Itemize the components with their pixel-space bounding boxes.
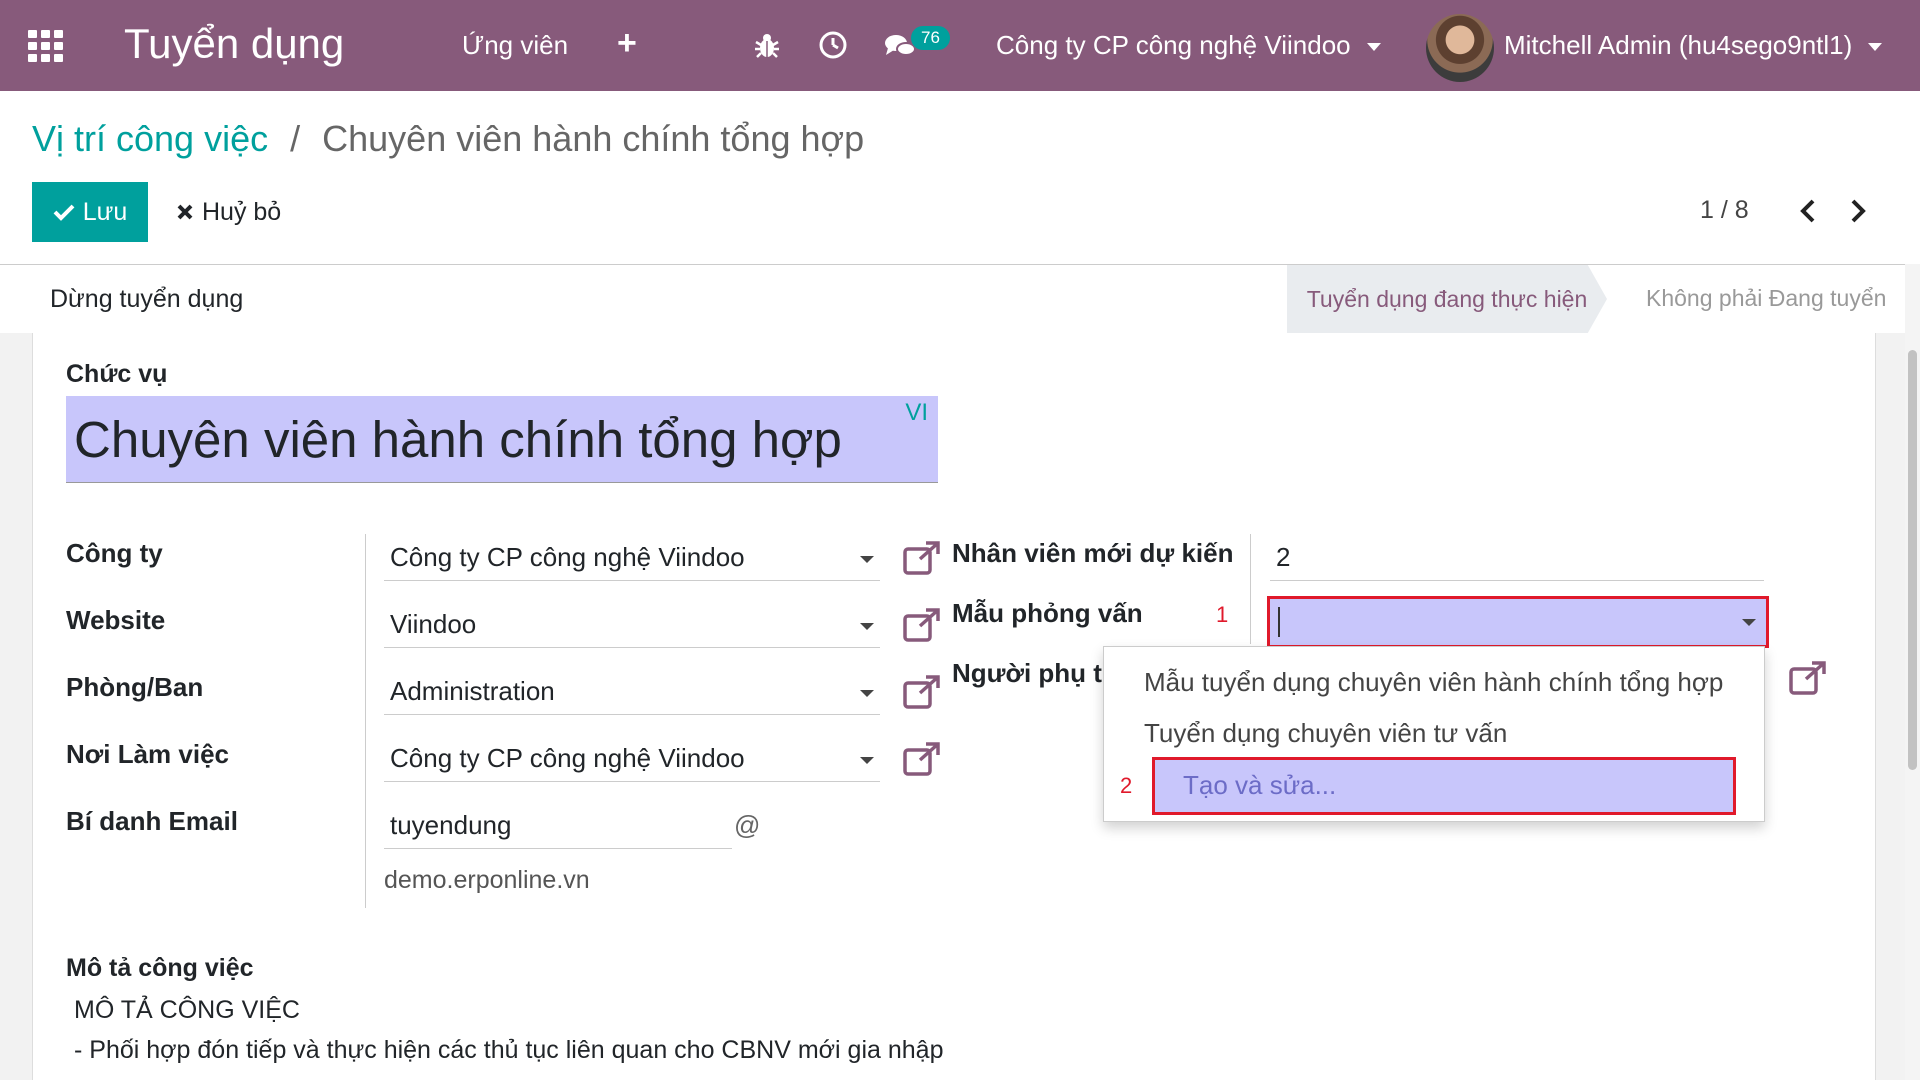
save-label: Lưu: [82, 197, 128, 226]
expected-new-label: Nhân viên mới dự kiến: [952, 538, 1234, 568]
text-cursor: [1278, 607, 1280, 637]
chevron-down-icon: [860, 623, 874, 630]
breadcrumb-parent[interactable]: Vị trí công việc: [32, 118, 268, 159]
plus-icon[interactable]: +: [617, 24, 637, 63]
check-icon: [53, 204, 75, 221]
close-icon: [177, 204, 193, 220]
chevron-right-icon[interactable]: [1848, 198, 1868, 224]
department-value: Administration: [390, 676, 555, 706]
breadcrumb-separator: /: [290, 118, 301, 159]
annotation-marker-1: 1: [1216, 602, 1229, 627]
caret-down-icon: [1868, 43, 1883, 52]
stop-recruitment-button[interactable]: Dừng tuyển dụng: [50, 285, 243, 314]
chevron-down-icon: [1742, 619, 1756, 626]
apps-icon[interactable]: [28, 30, 64, 62]
user-name: Mitchell Admin (hu4sego9ntl1): [1504, 30, 1853, 60]
description-line: - Phối hợp đón tiếp và thực hiện các thủ…: [74, 1036, 944, 1064]
bug-icon[interactable]: [754, 32, 780, 60]
workplace-select[interactable]: Công ty CP công nghệ Viindoo: [384, 737, 880, 782]
external-link-icon[interactable]: [902, 674, 942, 710]
email-alias-label: Bí danh Email: [66, 806, 238, 836]
job-description-label: Mô tả công việc: [66, 954, 254, 982]
discard-label: Huỷ bỏ: [202, 197, 282, 226]
expected-new-value: 2: [1276, 542, 1291, 572]
app-brand: Tuyển dụng: [124, 20, 345, 67]
scrollbar-thumb[interactable]: [1908, 350, 1917, 770]
menu-applicants[interactable]: Ứng viên: [462, 30, 568, 61]
email-alias-input[interactable]: tuyendung: [384, 804, 732, 849]
description-line: MÔ TẢ CÔNG VIỆC: [74, 996, 300, 1024]
page-scrollbar[interactable]: [1905, 264, 1920, 1080]
external-link-icon[interactable]: [902, 540, 942, 576]
chevron-left-icon[interactable]: [1798, 198, 1818, 224]
workplace-value: Công ty CP công nghệ Viindoo: [390, 743, 745, 773]
job-title-value: Chuyên viên hành chính tổng hợp: [74, 411, 842, 468]
chevron-down-icon: [860, 757, 874, 764]
company-label: Công ty: [66, 538, 163, 568]
email-domain: demo.erponline.vn: [384, 866, 590, 894]
user-menu[interactable]: Mitchell Admin (hu4sego9ntl1): [1504, 30, 1883, 61]
department-select[interactable]: Administration: [384, 670, 880, 715]
job-title-field[interactable]: Chuyên viên hành chính tổng hợp VI: [66, 396, 938, 483]
create-and-edit-option[interactable]: Tạo và sửa...: [1152, 757, 1736, 815]
workplace-label: Nơi Làm việc: [66, 739, 229, 769]
chevron-down-icon: [860, 556, 874, 563]
external-link-icon[interactable]: [902, 741, 942, 777]
messages-badge: 76: [911, 26, 950, 50]
website-label: Website: [66, 605, 166, 635]
email-at-sign: @: [734, 810, 761, 840]
interview-template-select[interactable]: [1267, 596, 1769, 648]
website-value: Viindoo: [390, 609, 477, 639]
external-link-icon[interactable]: [1788, 660, 1828, 696]
create-and-edit-label: Tạo và sửa...: [1183, 770, 1337, 800]
expected-new-input[interactable]: 2: [1270, 536, 1764, 581]
company-value: Công ty CP công nghệ Viindoo: [390, 542, 745, 572]
breadcrumb-current: Chuyên viên hành chính tổng hợp: [322, 118, 865, 159]
stage-in-progress[interactable]: Tuyển dụng đang thực hiện: [1287, 265, 1607, 333]
job-title-label: Chức vụ: [66, 360, 168, 388]
annotation-marker-2: 2: [1120, 773, 1133, 798]
responsible-label: Người phụ tra: [952, 658, 1102, 688]
interview-template-label: Mẫu phỏng vấn: [952, 598, 1143, 628]
dropdown-option[interactable]: Tuyển dụng chuyên viên tư vấn: [1144, 718, 1507, 749]
discard-button[interactable]: Huỷ bỏ: [170, 182, 287, 242]
group-separator: [1250, 534, 1251, 644]
lang-switch[interactable]: VI: [905, 399, 928, 427]
company-select[interactable]: Công ty CP công nghệ Viindoo: [384, 536, 880, 581]
statusbar: Dừng tuyển dụng Tuyển dụng đang thực hiệ…: [0, 264, 1905, 334]
external-link-icon[interactable]: [902, 607, 942, 643]
company-name: Công ty CP công nghệ Viindoo: [996, 30, 1351, 60]
interview-template-dropdown: Mẫu tuyển dụng chuyên viên hành chính tổ…: [1103, 646, 1765, 822]
caret-down-icon: [1366, 43, 1381, 52]
group-separator: [365, 534, 366, 908]
email-alias-value: tuyendung: [390, 810, 512, 840]
department-label: Phòng/Ban: [66, 672, 204, 702]
avatar[interactable]: [1426, 14, 1494, 82]
website-select[interactable]: Viindoo: [384, 603, 880, 648]
company-switcher[interactable]: Công ty CP công nghệ Viindoo: [996, 30, 1381, 61]
clock-icon[interactable]: [818, 30, 848, 60]
breadcrumb: Vị trí công việc / Chuyên viên hành chín…: [32, 118, 864, 160]
save-button[interactable]: Lưu: [32, 182, 148, 242]
stage-not-recruiting[interactable]: Không phải Đang tuyển: [1646, 285, 1886, 312]
top-navbar: Tuyển dụng Ứng viên + 76 Công ty CP công…: [0, 0, 1920, 91]
pager-value[interactable]: 1 / 8: [1700, 196, 1749, 225]
dropdown-option[interactable]: Mẫu tuyển dụng chuyên viên hành chính tổ…: [1144, 667, 1723, 698]
chevron-down-icon: [860, 690, 874, 697]
